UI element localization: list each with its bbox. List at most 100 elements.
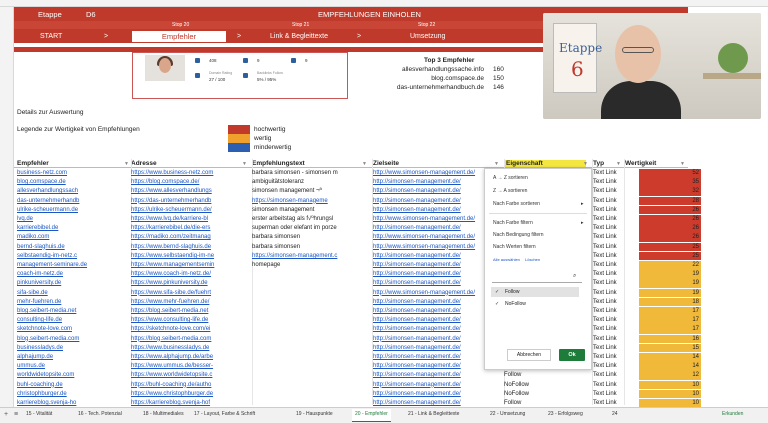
filter-color-item[interactable]: Nach Farbe filtern bbox=[493, 220, 533, 226]
table-row[interactable]: buhl-coaching.de https://buhl-coaching.de… bbox=[14, 380, 701, 390]
th-wertigkeit[interactable]: Wertigkeit bbox=[625, 160, 656, 167]
th-zielseite[interactable]: Zielseite bbox=[373, 160, 399, 167]
table-cell[interactable]: bernd-slaghuis.de bbox=[17, 243, 125, 252]
cancel-button[interactable]: Abbrechen bbox=[507, 349, 551, 361]
clear-link[interactable]: Löschen bbox=[525, 257, 540, 262]
nav-start-button[interactable]: START bbox=[40, 33, 62, 40]
table-cell[interactable]: http://simonsen-management.de/ bbox=[373, 325, 491, 334]
table-cell[interactable]: https://madiko.com/zeitmanag bbox=[131, 233, 246, 242]
table-cell[interactable]: management-seminare.de bbox=[17, 261, 125, 270]
table-cell[interactable]: https://www.managementsemin bbox=[131, 261, 246, 270]
table-cell[interactable]: blog.seibert-media.com bbox=[17, 335, 125, 344]
table-cell[interactable]: http://simonsen-management.de/ bbox=[373, 344, 491, 353]
table-cell[interactable]: http://simonsen-management.de/ bbox=[373, 362, 491, 371]
table-cell[interactable]: coach-im-netz.de bbox=[17, 270, 125, 279]
sheet-tab[interactable]: 21 - Link & Begleittexte bbox=[408, 411, 459, 417]
table-cell[interactable]: https://sketchnote-love.com/ei bbox=[131, 325, 246, 334]
explore-button[interactable]: Erkunden bbox=[722, 411, 743, 417]
table-cell[interactable]: http://simonsen-management.de/ bbox=[373, 316, 491, 325]
table-cell[interactable]: http://simonsen-management.de/ bbox=[373, 381, 491, 390]
th-empfehlungstext[interactable]: Empfehlungstext bbox=[252, 160, 305, 167]
table-cell[interactable]: http://simonsen-management.de/ bbox=[373, 178, 491, 187]
all-sheets-icon[interactable]: ≡ bbox=[14, 411, 18, 418]
table-cell[interactable]: mehr-fuehren.de bbox=[17, 298, 125, 307]
table-cell[interactable]: https://www.allesverhandlungs bbox=[131, 187, 246, 196]
table-cell[interactable]: https://www.worldwidetopsite.c bbox=[131, 371, 246, 380]
th-eigenschaft[interactable]: Eigenschaft bbox=[504, 160, 586, 167]
table-cell[interactable]: https://www.business-netz.com bbox=[131, 169, 246, 178]
table-cell[interactable]: ummus.de bbox=[17, 362, 125, 371]
table-cell[interactable]: ulrike-scheuermann.de bbox=[17, 206, 125, 215]
table-cell[interactable]: allesverhandlungssach bbox=[17, 187, 125, 196]
sheet-tab[interactable]: 23 - Erfolgsweg bbox=[548, 411, 583, 417]
table-cell[interactable]: http://simonsen-management.de/ bbox=[373, 224, 491, 233]
add-sheet-icon[interactable]: + bbox=[4, 411, 8, 418]
table-cell[interactable]: sketchnote-love.com bbox=[17, 325, 125, 334]
table-cell[interactable]: https://www.businessladys.de bbox=[131, 344, 246, 353]
table-cell[interactable]: https://www.mehr-fuehren.de/ bbox=[131, 298, 246, 307]
table-cell[interactable]: worldwidetopsite.com bbox=[17, 371, 125, 380]
table-cell[interactable]: blog.comspace.de bbox=[17, 178, 125, 187]
table-cell[interactable]: http://simonsen-management.de/ bbox=[373, 371, 491, 380]
filter-arrow-icon[interactable]: ▼ bbox=[583, 161, 588, 167]
table-row[interactable]: christophburger.de https://www.christophb… bbox=[14, 389, 701, 399]
table-cell[interactable]: http://www.simonsen-management.de/ bbox=[373, 169, 491, 178]
table-cell[interactable]: http://www.simonsen-management.de/ bbox=[373, 243, 491, 252]
th-empfehler[interactable]: Empfehler bbox=[17, 160, 49, 167]
filter-values-item[interactable]: Nach Werten filtern bbox=[493, 244, 536, 250]
sort-za-item[interactable]: Z → A sortieren bbox=[493, 188, 527, 194]
sort-az-item[interactable]: A → Z sortieren bbox=[493, 175, 528, 181]
table-row[interactable]: worldwidetopsite.com https://www.worldwid… bbox=[14, 371, 701, 380]
table-cell[interactable]: businessladys.de bbox=[17, 344, 125, 353]
nav-umsetzung[interactable]: Umsetzung bbox=[410, 33, 445, 40]
table-cell[interactable]: https://buhl-coaching.de/autho bbox=[131, 381, 246, 390]
table-cell[interactable]: http://simonsen-management.de/ bbox=[373, 307, 491, 316]
nav-link-begleittexte[interactable]: Link & Begleittexte bbox=[270, 33, 328, 40]
table-cell[interactable]: lvq.de bbox=[17, 215, 125, 224]
table-cell[interactable]: https://karrierebibel.de/die-ers bbox=[131, 224, 246, 233]
table-cell[interactable]: https://das-unternehmerhandb bbox=[131, 197, 246, 206]
table-cell[interactable]: http://simonsen-management.de/ bbox=[373, 197, 491, 206]
table-cell[interactable]: consulting-life.de bbox=[17, 316, 125, 325]
table-cell[interactable]: business-netz.com bbox=[17, 169, 125, 178]
table-cell[interactable]: https://ulrike-scheuermann.de/ bbox=[131, 206, 246, 215]
th-typ[interactable]: Typ bbox=[593, 160, 604, 167]
table-cell[interactable]: https://blog.comspace.de/ bbox=[131, 178, 246, 187]
table-cell[interactable]: http://simonsen-management.de/ bbox=[373, 335, 491, 344]
table-cell[interactable]: das-unternehmerhandb bbox=[17, 197, 125, 206]
table-cell[interactable]: http://simonsen-management.de/ bbox=[373, 261, 491, 270]
filter-option-nofollow[interactable]: ✓ NoFollow bbox=[491, 299, 579, 309]
sort-color-item[interactable]: Nach Farbe sortieren bbox=[493, 201, 540, 207]
select-all-link[interactable]: Alle auswählen bbox=[493, 257, 520, 262]
filter-option-follow[interactable]: ✓ Follow bbox=[491, 287, 579, 297]
table-cell[interactable]: blog.seibert-media.net bbox=[17, 307, 125, 316]
table-cell[interactable]: http://www.simonsen-management.de/ bbox=[373, 233, 491, 242]
table-cell[interactable]: http://www.simonsen-management.de/ bbox=[373, 289, 491, 298]
sheet-tab[interactable]: 24 bbox=[612, 411, 618, 417]
sheet-tab[interactable]: 16 - Tech. Potenzial bbox=[78, 411, 122, 417]
filter-arrow-icon[interactable]: ▼ bbox=[616, 161, 621, 167]
table-cell[interactable]: https://www.christophburger.de bbox=[131, 390, 246, 399]
table-cell[interactable]: http://www.simonsen-management.de/ bbox=[373, 215, 491, 224]
table-cell[interactable]: https://www.selbstaendig-im-ne bbox=[131, 252, 246, 261]
table-cell[interactable]: alphajump.de bbox=[17, 353, 125, 362]
sheet-tab[interactable]: 15 - Vitalität bbox=[26, 411, 52, 417]
table-cell[interactable]: https://www.ummus.de/besser- bbox=[131, 362, 246, 371]
filter-arrow-icon[interactable]: ▼ bbox=[362, 161, 367, 167]
filter-arrow-icon[interactable]: ▼ bbox=[242, 161, 247, 167]
filter-arrow-icon[interactable]: ▼ bbox=[680, 161, 685, 167]
filter-search-input[interactable] bbox=[492, 273, 582, 283]
table-cell[interactable]: sifa-sibe.de bbox=[17, 289, 125, 298]
table-cell[interactable]: madiko.com bbox=[17, 233, 125, 242]
table-cell[interactable]: http://simonsen-management.de/ bbox=[373, 353, 491, 362]
table-cell[interactable]: https://blog.seibert-media.com bbox=[131, 335, 246, 344]
sheet-tab[interactable]: 20 - Empfehler bbox=[352, 409, 391, 422]
table-cell[interactable]: https://blog.seibert-media.net bbox=[131, 307, 246, 316]
table-cell[interactable]: https://www.consulting-life.de bbox=[131, 316, 246, 325]
table-cell[interactable]: karrierebibel.de bbox=[17, 224, 125, 233]
filter-arrow-icon[interactable]: ▼ bbox=[124, 161, 129, 167]
table-cell[interactable]: https://www.pinkuniversity.de bbox=[131, 279, 246, 288]
table-cell[interactable]: http://simonsen-management.de/ bbox=[373, 298, 491, 307]
filter-condition-item[interactable]: Nach Bedingung filtern bbox=[493, 232, 544, 238]
table-cell[interactable]: https://www.coach-im-netz.de/ bbox=[131, 270, 246, 279]
